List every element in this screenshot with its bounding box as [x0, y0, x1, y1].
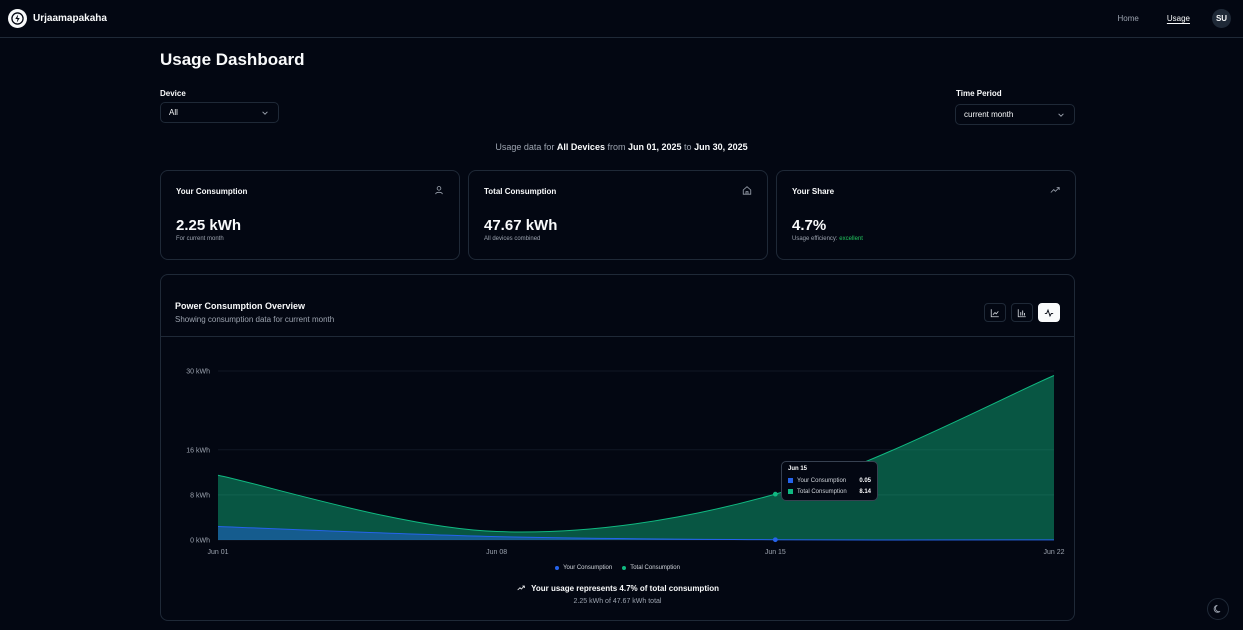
your-share-card: Your Share 4.7% Usage efficiency: excell…	[776, 170, 1076, 260]
legend-label: Your Consumption	[563, 565, 613, 571]
summary-start-date: Jun 01, 2025	[627, 142, 682, 152]
tooltip-row: Total Consumption 8.14	[788, 486, 871, 497]
legend-item[interactable]: Your Consumption	[555, 565, 612, 571]
y-tick-label: 16 kWh	[186, 447, 210, 454]
tooltip-series-value: 0.05	[859, 477, 871, 484]
summary-prefix: Usage data for	[495, 142, 555, 152]
logo-icon	[8, 9, 27, 28]
usage-share-note: Your usage represents 4.7% of total cons…	[161, 584, 1074, 593]
time-period-select[interactable]: current month	[955, 104, 1075, 125]
legend-label: Total Consumption	[630, 565, 680, 571]
tooltip-series-name: Your Consumption	[797, 477, 847, 484]
x-tick-label: Jun 01	[207, 549, 228, 556]
theme-toggle-button[interactable]	[1207, 598, 1229, 620]
tooltip-series-value: 8.14	[859, 488, 871, 495]
y-tick-label: 8 kWh	[190, 492, 210, 499]
moon-icon	[1213, 604, 1221, 613]
efficiency-badge: excellent	[839, 236, 863, 242]
chart-legend: Your Consumption Total Consumption	[161, 565, 1074, 571]
tooltip-row: Your Consumption 0.05	[788, 475, 871, 486]
active-point	[772, 537, 778, 543]
summary-from: from	[607, 142, 626, 152]
app-name: Urjaamapakaha	[33, 13, 107, 24]
card-subtitle: For current month	[176, 236, 224, 242]
x-tick-label: Jun 22	[1043, 549, 1064, 556]
card-title: Your Consumption	[176, 187, 248, 196]
user-avatar[interactable]: SU	[1212, 9, 1231, 28]
usage-share-detail: 2.25 kWh of 47.67 kWh total	[573, 598, 662, 605]
card-subtitle: All devices combined	[484, 236, 541, 242]
card-value: 4.7%	[792, 217, 827, 234]
legend-swatch	[622, 566, 627, 570]
tooltip-date: Jun 15	[788, 466, 808, 472]
home-icon	[742, 186, 752, 195]
card-value: 47.67 kWh	[484, 217, 558, 234]
top-navbar: Urjaamapakaha Home Usage SU	[0, 0, 1243, 38]
x-tick-label: Jun 15	[765, 549, 786, 556]
nav-links: Home Usage SU	[1118, 9, 1231, 28]
user-icon	[435, 186, 443, 195]
chart-tooltip: Jun 15 Your Consumption 0.05 Total Consu…	[781, 461, 878, 501]
trending-up-icon	[517, 585, 525, 591]
card-subtitle: Usage efficiency: excellent	[792, 236, 863, 242]
x-tick-label: Jun 08	[486, 549, 507, 556]
page-title: Usage Dashboard	[160, 50, 305, 69]
summary-device: All Devices	[556, 142, 605, 152]
legend-swatch	[555, 566, 560, 570]
your-consumption-card: Your Consumption 2.25 kWh For current mo…	[160, 170, 460, 260]
legend-item[interactable]: Total Consumption	[622, 565, 680, 571]
chevron-down-icon	[1058, 112, 1064, 117]
nav-home-link[interactable]: Home	[1118, 14, 1139, 23]
y-tick-label: 30 kWh	[186, 369, 210, 376]
summary-end-date: Jun 30, 2025	[694, 142, 748, 152]
card-value: 2.25 kWh	[176, 217, 242, 234]
tooltip-swatch	[788, 478, 793, 483]
series-area-total-consumption	[218, 375, 1054, 540]
area-chart: 0 kWh 8 kWh 16 kWh 30 kWh Jun 01 Jun 08 Jun 15…	[186, 369, 1064, 557]
device-label: Device	[160, 89, 186, 98]
total-consumption-card: Total Consumption 47.67 kWh All devices …	[468, 170, 768, 260]
trending-up-icon	[1050, 187, 1060, 193]
card-title: Total Consumption	[484, 187, 557, 196]
power-consumption-chart-card: Power Consumption Overview Showing consu…	[160, 274, 1075, 621]
time-period-select-value: current month	[964, 110, 1014, 119]
y-tick-label: 0 kWh	[190, 538, 210, 545]
usage-share-text: Your usage represents 4.7% of total cons…	[531, 584, 719, 593]
summary-to: to	[684, 142, 692, 152]
device-select-value: All	[169, 108, 178, 117]
tooltip-series-name: Total Consumption	[797, 488, 847, 495]
usage-summary: Usage data for All Devices from Jun 01, …	[0, 142, 1243, 152]
device-select[interactable]: All	[160, 102, 279, 123]
efficiency-label: Usage efficiency:	[792, 236, 838, 242]
chevron-down-icon	[262, 110, 268, 115]
brand[interactable]: Urjaamapakaha	[8, 9, 107, 28]
active-point	[772, 491, 778, 497]
tooltip-swatch	[788, 489, 793, 494]
time-period-label: Time Period	[956, 89, 1002, 98]
nav-usage-link[interactable]: Usage	[1167, 14, 1190, 23]
card-title: Your Share	[792, 187, 835, 196]
